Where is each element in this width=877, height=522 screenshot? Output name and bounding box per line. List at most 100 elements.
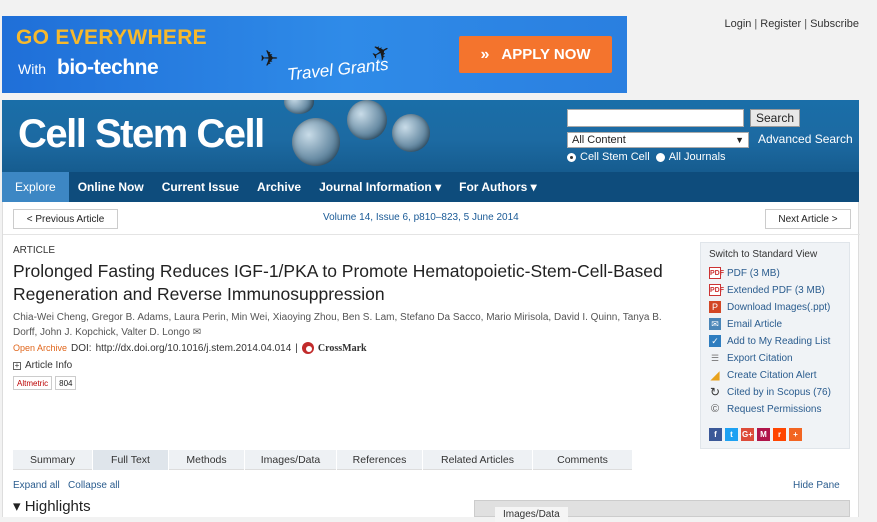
images-pane-tab[interactable]: Images/Data (495, 507, 568, 522)
reading-list-icon: ✓ (709, 335, 721, 347)
previous-article-button[interactable]: < Previous Article (13, 209, 118, 229)
article-info-toggle[interactable]: + Article Info (13, 360, 72, 371)
authors-text[interactable]: Chia-Wei Cheng, Gregor B. Adams, Laura P… (13, 312, 662, 338)
stem-cell-image (292, 118, 340, 166)
nav-journal-information[interactable]: Journal Information ▾ (310, 172, 450, 202)
author-contact-icon[interactable]: ✉ (193, 327, 201, 338)
twitter-share-icon[interactable]: t (725, 428, 738, 441)
doi-line: Open Archive DOI: http://dx.doi.org/10.1… (13, 342, 367, 354)
search-scope-select[interactable]: All Content ▼ (567, 132, 749, 148)
author-list: Chia-Wei Cheng, Gregor B. Adams, Laura P… (13, 310, 663, 340)
advanced-search-link[interactable]: Advanced Search (758, 132, 853, 146)
citation-alert-link[interactable]: ◢ Create Citation Alert (709, 368, 817, 382)
permissions-icon: © (710, 403, 720, 415)
article-type: ARTICLE (13, 245, 56, 256)
doi-separator: | (295, 342, 298, 354)
search-scope-radios: Cell Stem Cell All Journals (567, 151, 726, 163)
google-plus-share-icon[interactable]: G+ (741, 428, 754, 441)
tab-related-articles[interactable]: Related Articles (423, 450, 533, 470)
nav-online-now[interactable]: Online Now (69, 172, 153, 202)
crossmark-link[interactable]: CrossMark (318, 343, 367, 354)
dropdown-arrow-icon: ▼ (735, 135, 744, 145)
radio-cell-stem-cell[interactable] (567, 152, 576, 162)
tool-label: Download Images(.ppt) (727, 301, 831, 313)
radio-label-cell-stem-cell: Cell Stem Cell (580, 151, 650, 163)
main-nav: Explore Online Now Current Issue Archive… (2, 172, 859, 202)
open-archive-badge: Open Archive (13, 343, 68, 353)
tool-label: Export Citation (727, 352, 793, 364)
search-button[interactable]: Search (750, 109, 800, 127)
request-permissions-link[interactable]: © Request Permissions (709, 403, 822, 415)
tool-label: Email Article (727, 318, 783, 330)
nav-archive[interactable]: Archive (248, 172, 310, 202)
volume-info[interactable]: Volume 14, Issue 6, p810–823, 5 June 201… (323, 212, 519, 223)
export-citation-link[interactable]: ☰ Export Citation (709, 352, 793, 364)
extended-pdf-link[interactable]: PDF Extended PDF (3 MB) (709, 284, 825, 296)
radio-label-all-journals: All Journals (668, 151, 726, 163)
apply-now-button[interactable]: » APPLY NOW (459, 36, 612, 73)
altmetric-score: 804 (55, 376, 77, 390)
pdf-link[interactable]: PDF PDF (3 MB) (709, 267, 780, 279)
altmetric-label: Altmetric (13, 376, 53, 390)
images-data-pane: Images/Data (474, 500, 850, 522)
pdf-icon: PDF (709, 284, 724, 296)
expand-all-link[interactable]: Expand all (13, 480, 60, 491)
download-images-link[interactable]: P Download Images(.ppt) (709, 301, 830, 313)
more-share-icon[interactable]: + (789, 428, 802, 441)
nav-for-authors[interactable]: For Authors ▾ (450, 172, 546, 202)
login-link[interactable]: Login (724, 18, 751, 30)
subscribe-link[interactable]: Subscribe (810, 18, 859, 30)
register-link[interactable]: Register (760, 18, 801, 30)
email-icon: ✉ (709, 318, 721, 330)
article-navigation: < Previous Article Volume 14, Issue 6, p… (3, 202, 860, 235)
nav-current-issue[interactable]: Current Issue (153, 172, 248, 202)
doi-link[interactable]: http://dx.doi.org/10.1016/j.stem.2014.04… (96, 343, 292, 354)
tab-images-data[interactable]: Images/Data (245, 450, 337, 470)
switch-standard-view-link[interactable]: Switch to Standard View (709, 249, 817, 260)
tab-references[interactable]: References (337, 450, 423, 470)
expand-plus-icon: + (13, 360, 21, 370)
altmetric-badge[interactable]: Altmetric 804 (13, 376, 77, 390)
highlights-heading[interactable]: ▾ Highlights (13, 497, 91, 515)
tab-full-text[interactable]: Full Text (93, 450, 169, 470)
stem-cell-image (347, 100, 387, 140)
account-links: Login | Register | Subscribe (724, 18, 859, 30)
pdf-icon: PDF (709, 267, 724, 279)
reading-list-link[interactable]: ✓ Add to My Reading List (709, 335, 830, 347)
tool-label: PDF (3 MB) (727, 267, 780, 279)
journal-header: Cell Stem Cell Search All Content ▼ Adva… (2, 100, 859, 172)
tool-label: Extended PDF (3 MB) (727, 284, 825, 296)
alert-icon: ◢ (710, 368, 720, 382)
collapse-all-link[interactable]: Collapse all (68, 480, 120, 491)
journal-logo[interactable]: Cell Stem Cell (18, 112, 265, 157)
scopus-icon: ↻ (709, 385, 721, 399)
reddit-share-icon[interactable]: r (773, 428, 786, 441)
ad-tagline: Travel Grants (286, 54, 390, 85)
chevrons-right-icon: » (480, 45, 490, 63)
ad-brand-logo: bio-techne (57, 56, 159, 79)
tab-methods[interactable]: Methods (169, 450, 245, 470)
tab-summary[interactable]: Summary (13, 450, 93, 470)
search-scope-value: All Content (572, 134, 626, 146)
ad-headline: GO EVERYWHERE (16, 26, 207, 49)
mendeley-share-icon[interactable]: M (757, 428, 770, 441)
tool-label: Create Citation Alert (727, 369, 817, 381)
scopus-citations-link[interactable]: ↻ Cited by in Scopus (76) (709, 386, 831, 398)
tool-label: Cited by in Scopus (76) (727, 386, 831, 398)
email-article-link[interactable]: ✉ Email Article (709, 318, 782, 330)
travel-grants-banner[interactable]: GO EVERYWHERE With bio-techne ✈ ✈ Travel… (2, 16, 627, 93)
tab-comments[interactable]: Comments (533, 450, 633, 470)
apply-now-label: APPLY NOW (501, 46, 591, 63)
facebook-share-icon[interactable]: f (709, 428, 722, 441)
article-info-label: Article Info (25, 360, 73, 371)
nav-explore[interactable]: Explore (2, 172, 69, 202)
radio-all-journals[interactable] (655, 152, 665, 162)
search-input[interactable] (567, 109, 744, 127)
stem-cell-image (284, 100, 314, 114)
export-icon: ☰ (710, 353, 720, 363)
next-article-button[interactable]: Next Article > (765, 209, 851, 229)
crossmark-icon[interactable] (301, 342, 314, 354)
ppt-icon: P (709, 301, 721, 313)
hide-pane-link[interactable]: Hide Pane (793, 480, 840, 491)
doi-label: DOI: (71, 342, 92, 354)
